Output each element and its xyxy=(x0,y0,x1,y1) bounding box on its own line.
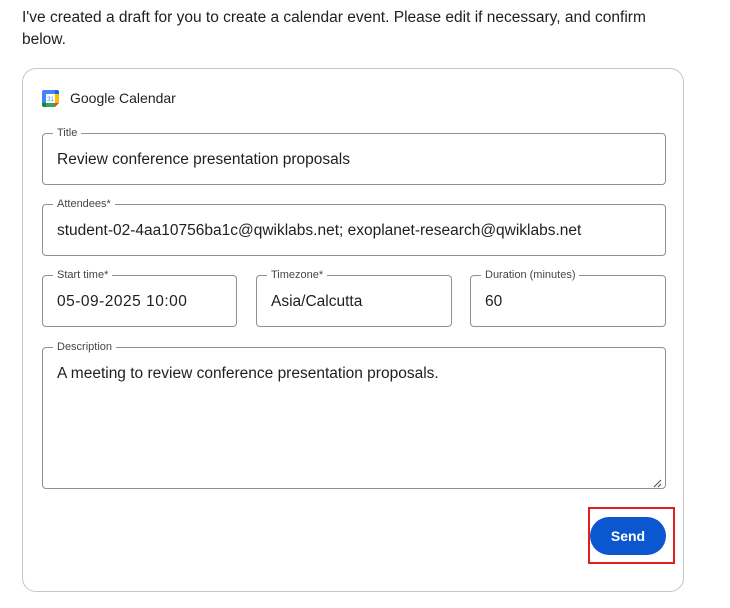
timezone-label: Timezone* xyxy=(267,269,328,282)
duration-label: Duration (minutes) xyxy=(481,269,580,282)
svg-text:31: 31 xyxy=(47,97,54,103)
timezone-value[interactable]: Asia/Calcutta xyxy=(271,292,439,312)
start-time-value[interactable]: 05-09-2025 10:00 xyxy=(57,292,224,312)
title-label: Title xyxy=(53,127,82,140)
attendees-label: Attendees* xyxy=(53,198,115,211)
start-time-field[interactable]: Start time* 05-09-2025 10:00 xyxy=(42,269,237,327)
card-app-name: Google Calendar xyxy=(70,90,176,106)
calendar-event-card: 31 Google Calendar Title Review conferen… xyxy=(22,68,684,592)
start-time-label: Start time* xyxy=(53,269,113,282)
resize-handle-icon[interactable] xyxy=(652,475,662,488)
description-value[interactable]: A meeting to review conference presentat… xyxy=(57,364,653,384)
duration-field[interactable]: Duration (minutes) 60 xyxy=(470,269,666,327)
attendees-value[interactable]: student-02-4aa10756ba1c@qwiklabs.net; ex… xyxy=(57,221,653,241)
title-field[interactable]: Title Review conference presentation pro… xyxy=(42,127,666,185)
intro-message: I've created a draft for you to create a… xyxy=(22,9,646,48)
timezone-field[interactable]: Timezone* Asia/Calcutta xyxy=(256,269,452,327)
description-label: Description xyxy=(53,341,117,354)
google-calendar-icon: 31 xyxy=(42,89,59,107)
title-value[interactable]: Review conference presentation proposals xyxy=(57,150,653,170)
description-field[interactable]: Description A meeting to review conferen… xyxy=(42,341,666,489)
duration-value[interactable]: 60 xyxy=(485,292,653,312)
send-button[interactable]: Send xyxy=(590,517,666,555)
card-header: 31 Google Calendar xyxy=(42,88,176,108)
attendees-field[interactable]: Attendees* student-02-4aa10756ba1c@qwikl… xyxy=(42,198,666,256)
